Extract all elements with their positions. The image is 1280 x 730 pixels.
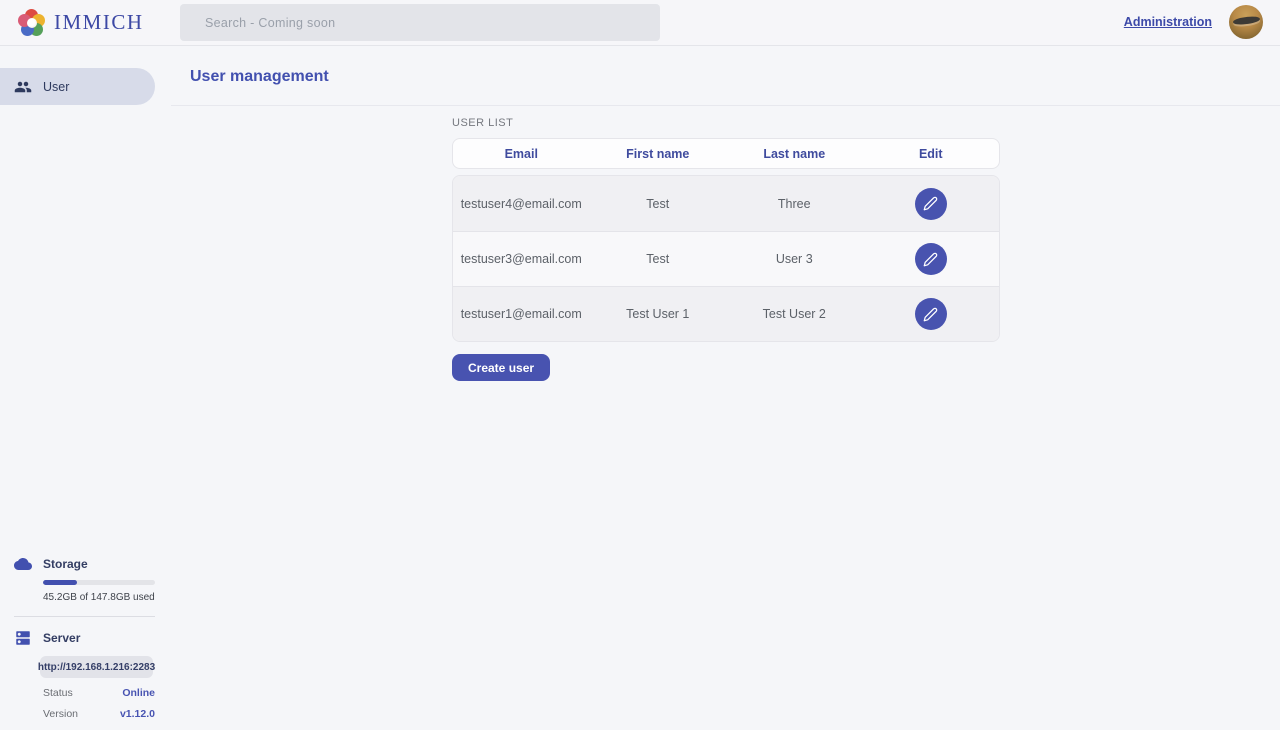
user-last-name-cell: User 3	[726, 252, 863, 266]
storage-usage-text: 45.2GB of 147.8GB used	[43, 592, 155, 603]
version-label: Version	[43, 708, 78, 720]
cloud-icon	[14, 555, 32, 573]
flower-center	[27, 18, 37, 28]
user-list-section: USER LIST Email First name Last name Edi…	[452, 117, 1000, 381]
status-value: Online	[122, 687, 155, 699]
edit-user-button[interactable]	[915, 188, 947, 220]
app-logo[interactable]: IMMICH	[18, 9, 144, 36]
search-input[interactable]	[180, 4, 660, 41]
storage-section-header: Storage	[0, 555, 155, 573]
section-label: USER LIST	[452, 117, 1000, 129]
column-header-email: Email	[453, 147, 590, 161]
server-title: Server	[43, 631, 80, 645]
pencil-icon	[923, 252, 938, 267]
sidebar-status-panel: Storage 45.2GB of 147.8GB used Server ht…	[0, 555, 155, 720]
create-user-button[interactable]: Create user	[452, 354, 550, 381]
user-email-cell: testuser1@email.com	[453, 307, 590, 321]
status-label: Status	[43, 687, 73, 699]
storage-title: Storage	[43, 557, 88, 571]
user-avatar[interactable]	[1229, 5, 1263, 39]
server-section-header: Server	[0, 629, 155, 647]
edit-user-button[interactable]	[915, 298, 947, 330]
user-first-name-cell: Test User 1	[590, 307, 727, 321]
version-value: v1.12.0	[120, 708, 155, 720]
user-first-name-cell: Test	[590, 197, 727, 211]
column-header-edit: Edit	[863, 147, 1000, 161]
user-last-name-cell: Test User 2	[726, 307, 863, 321]
table-row: testuser4@email.com Test Three	[453, 176, 999, 231]
sidebar-item-user[interactable]: User	[0, 68, 155, 105]
column-header-first-name: First name	[590, 147, 727, 161]
server-url-chip: http://192.168.1.216:2283	[40, 656, 153, 678]
pencil-icon	[923, 196, 938, 211]
page-title-bar: User management	[171, 47, 1280, 106]
table-row: testuser3@email.com Test User 3	[453, 231, 999, 286]
server-version-row: Version v1.12.0	[43, 708, 155, 720]
immich-admin-screen: IMMICH Administration User Storage 45.2G…	[0, 0, 1280, 730]
main-content: User management USER LIST Email First na…	[155, 47, 1280, 730]
edit-user-button[interactable]	[915, 243, 947, 275]
immich-flower-icon	[18, 9, 45, 36]
storage-progress-bar	[43, 580, 155, 585]
sidebar-item-label: User	[43, 80, 69, 94]
people-icon	[14, 78, 32, 96]
pencil-icon	[923, 307, 938, 322]
user-first-name-cell: Test	[590, 252, 727, 266]
user-table-body: testuser4@email.com Test Three testuser3…	[452, 175, 1000, 342]
storage-progress-fill	[43, 580, 77, 585]
table-row: testuser1@email.com Test User 1 Test Use…	[453, 286, 999, 341]
sidebar-divider	[14, 616, 155, 617]
sidebar: User Storage 45.2GB of 147.8GB used Serv…	[0, 47, 155, 730]
app-header: IMMICH Administration	[0, 0, 1280, 46]
page-title: User management	[171, 47, 1280, 86]
dns-icon	[14, 629, 32, 647]
server-status-row: Status Online	[43, 687, 155, 699]
user-email-cell: testuser3@email.com	[453, 252, 590, 266]
user-email-cell: testuser4@email.com	[453, 197, 590, 211]
user-table-header: Email First name Last name Edit	[452, 138, 1000, 169]
administration-link[interactable]: Administration	[1124, 15, 1212, 29]
user-last-name-cell: Three	[726, 197, 863, 211]
column-header-last-name: Last name	[726, 147, 863, 161]
logo-wordmark: IMMICH	[54, 10, 144, 35]
